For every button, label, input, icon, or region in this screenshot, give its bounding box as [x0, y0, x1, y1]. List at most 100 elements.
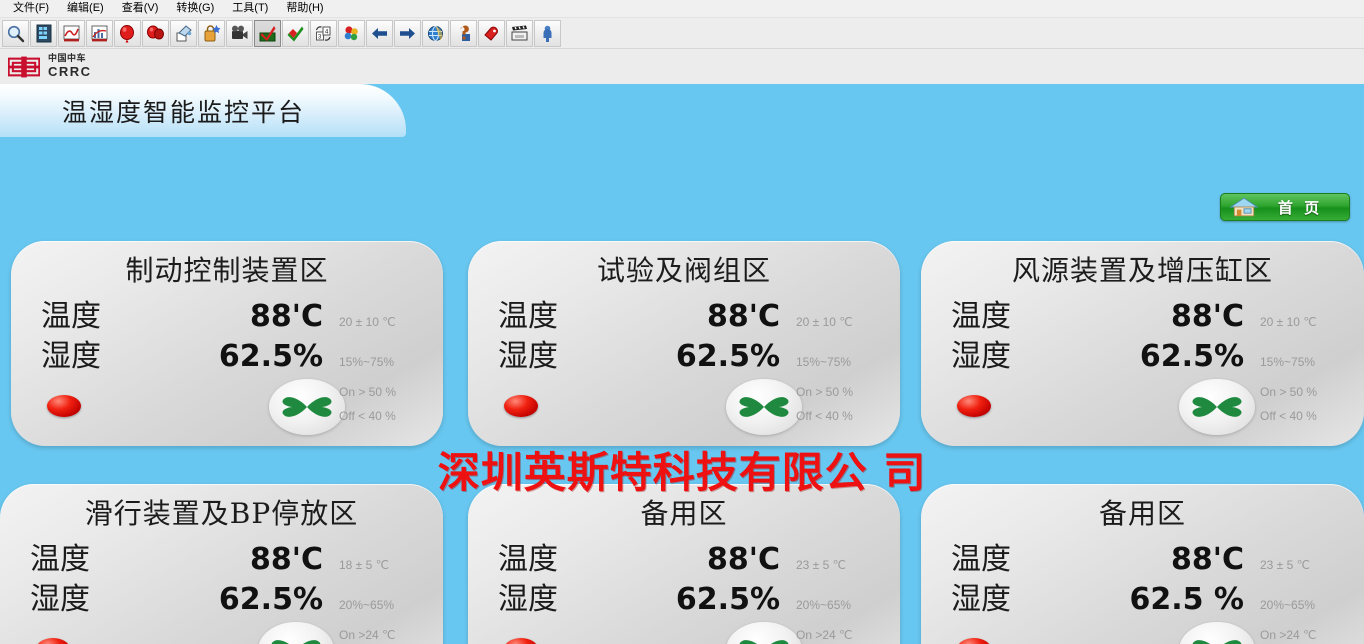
- fan-icon[interactable]: [1179, 379, 1255, 435]
- alarm-led-icon[interactable]: [36, 638, 70, 644]
- arrow-left-icon-button[interactable]: [366, 19, 393, 47]
- humidity-value: 62.5%: [218, 339, 323, 374]
- temperature-spec: 20 ± 10 ℃: [796, 315, 853, 329]
- temperature-value: 88'C: [1171, 299, 1244, 334]
- humidity-value: 62.5%: [1139, 339, 1244, 374]
- fan-icon[interactable]: [726, 379, 802, 435]
- humidity-value: 62.5 %: [1129, 582, 1244, 617]
- zone-title: 滑行装置及BP停放区: [84, 497, 359, 530]
- fan-on-threshold: On >24 ℃: [796, 628, 853, 642]
- temperature-label: 温度: [951, 299, 1011, 334]
- paint-bucket-icon-button[interactable]: [170, 19, 197, 47]
- zone-panel[interactable]: 试验及阀组区 温度 88'C 20 ± 10 ℃ 湿度 62.5% 15%~75…: [468, 241, 900, 446]
- swap-pages-icon-button[interactable]: 34: [310, 19, 337, 47]
- humidity-spec: 20%~65%: [1260, 598, 1316, 612]
- check-green-icon-button[interactable]: [282, 19, 309, 47]
- arrow-right-icon-button[interactable]: [394, 19, 421, 47]
- humidity-row: 湿度 62.5% 15%~75%: [921, 331, 1364, 374]
- zone-readings: 温度 88'C 20 ± 10 ℃ 湿度 62.5% 15%~75%: [468, 291, 900, 374]
- menu-convert[interactable]: 转换(G): [167, 0, 223, 17]
- zone-panel-grid: 制动控制装置区 温度 88'C 20 ± 10 ℃ 湿度 62.5% 15%~7…: [0, 84, 1364, 644]
- fan-off-threshold: Off < 40 %: [339, 409, 396, 423]
- tag-icon-button[interactable]: [478, 19, 505, 47]
- temperature-label: 温度: [41, 299, 101, 334]
- magic-lock-icon-button[interactable]: [198, 19, 225, 47]
- zone-panel[interactable]: 风源装置及增压缸区 温度 88'C 20 ± 10 ℃ 湿度 62.5% 15%…: [921, 241, 1364, 446]
- crrc-latin-name: CRRC: [48, 64, 92, 79]
- magnifier-icon-button[interactable]: [2, 19, 29, 47]
- crrc-chinese-name: 中国中车: [48, 54, 87, 64]
- temperature-value: 88'C: [707, 542, 780, 577]
- grid-panel-icon-button[interactable]: [30, 19, 57, 47]
- zone-readings: 温度 88'C 18 ± 5 ℃ 湿度 62.5% 20%~65%: [0, 534, 443, 617]
- zone-title: 备用区: [640, 497, 728, 530]
- zone-readings: 温度 88'C 23 ± 5 ℃ 湿度 62.5 % 20%~65%: [921, 534, 1364, 617]
- globe-icon-button[interactable]: [422, 19, 449, 47]
- zone-readings: 温度 88'C 20 ± 10 ℃ 湿度 62.5% 15%~75%: [11, 291, 443, 374]
- fan-on-threshold: On > 50 %: [1260, 385, 1318, 399]
- menu-help[interactable]: 帮助(H): [277, 0, 332, 17]
- zone-panel[interactable]: 制动控制装置区 温度 88'C 20 ± 10 ℃ 湿度 62.5% 15%~7…: [11, 241, 443, 446]
- temperature-row: 温度 88'C 20 ± 10 ℃: [921, 291, 1364, 334]
- zone-title: 制动控制装置区: [125, 254, 329, 287]
- fan-on-threshold: On >24 ℃: [1260, 628, 1317, 642]
- fan-on-threshold: On > 50 %: [796, 385, 854, 399]
- crrc-logo: [8, 56, 40, 77]
- chart-bar-icon-button[interactable]: [86, 19, 113, 47]
- color-balls-icon-button[interactable]: [338, 19, 365, 47]
- temperature-row: 温度 88'C 23 ± 5 ℃: [468, 534, 900, 577]
- temperature-spec: 23 ± 5 ℃: [796, 558, 847, 572]
- fan-icon[interactable]: [1179, 622, 1255, 644]
- humidity-row: 湿度 62.5% 20%~65%: [468, 574, 900, 617]
- temperature-value: 88'C: [250, 299, 323, 334]
- humidity-label: 湿度: [951, 582, 1011, 617]
- humidity-row: 湿度 62.5% 15%~75%: [11, 331, 443, 374]
- zone-panel[interactable]: 备用区 温度 88'C 23 ± 5 ℃ 湿度 62.5% 20%~65% On…: [468, 484, 900, 644]
- video-camera-icon-button[interactable]: [226, 19, 253, 47]
- zone-panel[interactable]: 备用区 温度 88'C 23 ± 5 ℃ 湿度 62.5 % 20%~65% O…: [921, 484, 1364, 644]
- alarm-led-icon[interactable]: [504, 638, 538, 644]
- red-balloon-pair-icon-button[interactable]: [142, 19, 169, 47]
- zone-status-row: On > 50 % Off < 40 %: [921, 371, 1364, 446]
- humidity-spec: 15%~75%: [1260, 355, 1316, 369]
- zone-readings: 温度 88'C 20 ± 10 ℃ 湿度 62.5% 15%~75%: [921, 291, 1364, 374]
- help-question-icon-button[interactable]: [450, 19, 477, 47]
- clapboard-icon-button[interactable]: [506, 19, 533, 47]
- menu-edit[interactable]: 编辑(E): [58, 0, 113, 17]
- menu-view[interactable]: 查看(V): [113, 0, 168, 17]
- humidity-label: 湿度: [951, 339, 1011, 374]
- alarm-led-icon[interactable]: [47, 395, 81, 417]
- crrc-wordmark: 中国中车 CRRC: [48, 54, 92, 79]
- check-green-box-icon-button[interactable]: [254, 19, 281, 47]
- fan-icon[interactable]: [726, 622, 802, 644]
- humidity-row: 湿度 62.5 % 20%~65%: [921, 574, 1364, 617]
- zone-status-row: On >24 ℃ Off <20 ℃: [468, 614, 900, 644]
- alarm-led-icon[interactable]: [504, 395, 538, 417]
- temperature-value: 88'C: [1171, 542, 1244, 577]
- zone-panel[interactable]: 滑行装置及BP停放区 温度 88'C 18 ± 5 ℃ 湿度 62.5% 20%…: [0, 484, 443, 644]
- humidity-value: 62.5%: [675, 339, 780, 374]
- zone-status-row: On > 50 % Off < 40 %: [11, 371, 443, 446]
- temperature-spec: 23 ± 5 ℃: [1260, 558, 1311, 572]
- humidity-label: 湿度: [498, 582, 558, 617]
- alarm-led-icon[interactable]: [957, 638, 991, 644]
- fan-icon[interactable]: [258, 622, 334, 644]
- humidity-row: 湿度 62.5% 20%~65%: [0, 574, 443, 617]
- chart-up-icon-button[interactable]: [58, 19, 85, 47]
- humidity-spec: 15%~75%: [796, 355, 852, 369]
- temperature-row: 温度 88'C 23 ± 5 ℃: [921, 534, 1364, 577]
- person-icon-button[interactable]: [534, 19, 561, 47]
- toolbar: 34: [0, 18, 1364, 49]
- humidity-label: 湿度: [30, 582, 90, 617]
- menu-file[interactable]: 文件(F): [4, 0, 58, 17]
- menu-tools[interactable]: 工具(T): [223, 0, 277, 17]
- humidity-label: 湿度: [498, 339, 558, 374]
- temperature-spec: 20 ± 10 ℃: [1260, 315, 1317, 329]
- alarm-led-icon[interactable]: [957, 395, 991, 417]
- fan-icon[interactable]: [269, 379, 345, 435]
- temperature-label: 温度: [498, 542, 558, 577]
- humidity-spec: 20%~65%: [796, 598, 852, 612]
- zone-readings: 温度 88'C 23 ± 5 ℃ 湿度 62.5% 20%~65%: [468, 534, 900, 617]
- zone-title: 风源装置及增压缸区: [1011, 254, 1273, 287]
- red-balloon-icon-button[interactable]: [114, 19, 141, 47]
